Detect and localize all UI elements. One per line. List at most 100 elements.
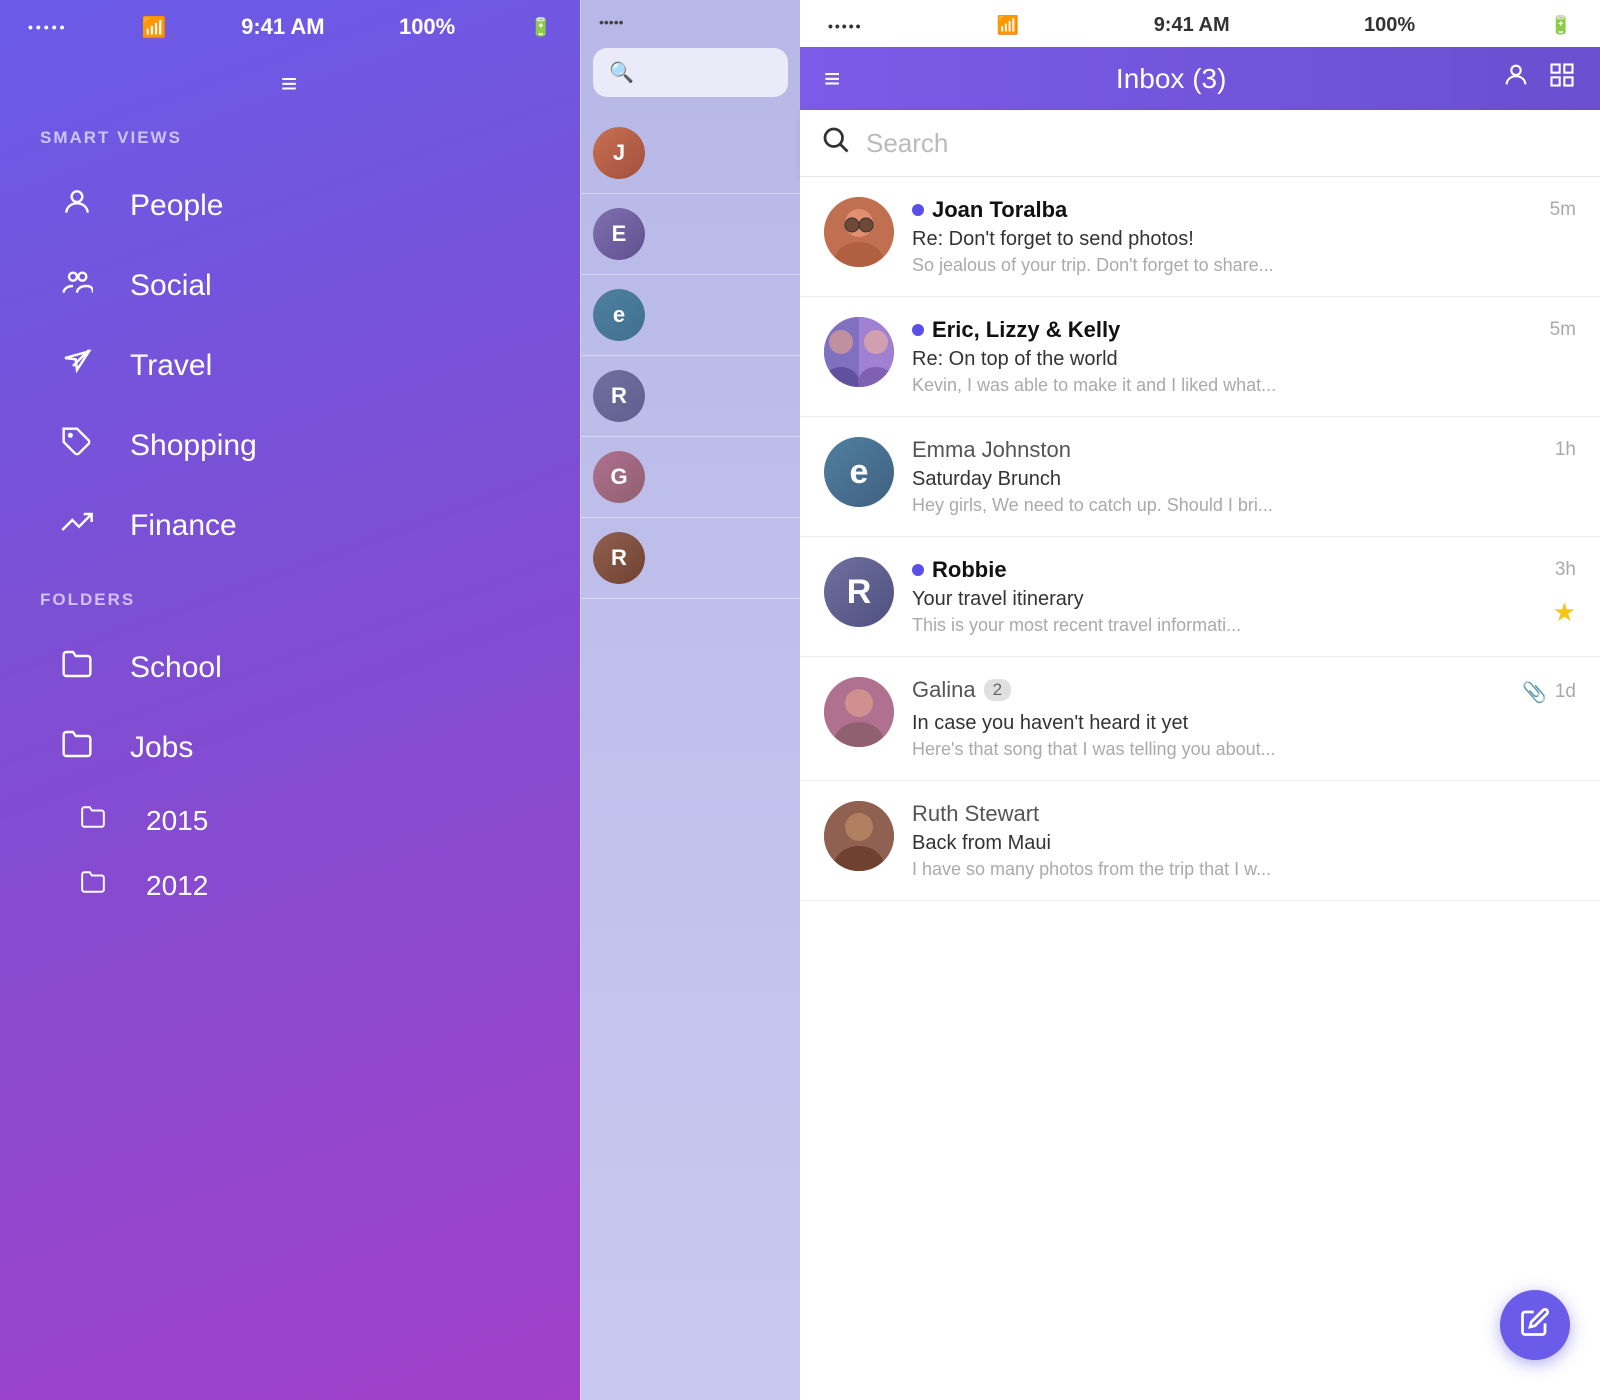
social-label: Social: [130, 269, 212, 303]
time-robbie: 3h: [1555, 559, 1576, 581]
sender-joan: Joan Toralba: [932, 197, 1067, 223]
folder-jobs-icon: [52, 728, 102, 768]
middle-email-item-4: R: [581, 356, 800, 437]
unread-dot-eric: [912, 324, 924, 336]
folders-label: FOLDERS: [0, 590, 580, 628]
search-bar[interactable]: Search: [800, 110, 1600, 177]
sender-row-robbie: Robbie: [912, 557, 1007, 583]
sender-robbie: Robbie: [932, 557, 1007, 583]
inbox-profile-icon[interactable]: [1502, 61, 1530, 96]
middle-status-bar: •••••: [581, 0, 800, 40]
attachment-icon-galina: 📎: [1522, 680, 1547, 705]
search-icon: [820, 124, 850, 162]
folder-2012-icon: [80, 869, 124, 902]
email-content-joan: Joan Toralba 5m Re: Don't forget to send…: [912, 197, 1576, 276]
sidebar-item-travel[interactable]: Travel: [12, 328, 568, 404]
middle-avatar-5: G: [593, 451, 645, 503]
preview-joan: So jealous of your trip. Don't forget to…: [912, 255, 1576, 276]
folder-2015-icon: [80, 804, 124, 837]
middle-search-icon: 🔍: [609, 60, 634, 85]
email-top-row-emma: Emma Johnston 1h: [912, 437, 1576, 463]
sender-row-eric: Eric, Lizzy & Kelly: [912, 317, 1120, 343]
shopping-icon: [52, 426, 102, 466]
sidebar-item-social[interactable]: Social: [12, 248, 568, 324]
inbox-title: Inbox (3): [840, 63, 1502, 95]
right-status-bar: ••••• 📶 9:41 AM 100% 🔋: [800, 0, 1600, 47]
middle-avatar-6: R: [593, 532, 645, 584]
preview-eric: Kevin, I was able to make it and I liked…: [912, 375, 1576, 396]
middle-avatar-3: e: [593, 289, 645, 341]
preview-robbie: This is your most recent travel informat…: [912, 615, 1576, 636]
sidebar-item-2012[interactable]: 2012: [0, 853, 580, 918]
middle-search-bar: 🔍: [593, 48, 788, 97]
email-item-joan[interactable]: Joan Toralba 5m Re: Don't forget to send…: [800, 177, 1600, 297]
compose-icon: [1520, 1307, 1550, 1344]
preview-galina: Here's that song that I was telling you …: [912, 739, 1576, 760]
email-content-ruth: Ruth Stewart Back from Maui I have so ma…: [912, 801, 1576, 880]
meta-row-galina: Galina 2: [912, 677, 1011, 703]
compose-button[interactable]: [1500, 1290, 1570, 1360]
subject-robbie: Your travel itinerary: [912, 588, 1576, 611]
left-phone: ••••• 📶 9:41 AM 100% 🔋 ≡ SMART VIEWS Peo…: [0, 0, 580, 1400]
badge-galina: 2: [984, 679, 1011, 701]
email-item-emma[interactable]: e Emma Johnston 1h Saturday Brunch Hey g…: [800, 417, 1600, 537]
email-top-row-ruth: Ruth Stewart: [912, 801, 1576, 827]
avatar-ruth: [824, 801, 894, 871]
year-2012-label: 2012: [146, 870, 208, 902]
shopping-label: Shopping: [130, 429, 257, 463]
sidebar-item-2015[interactable]: 2015: [0, 788, 580, 853]
middle-avatar-2: E: [593, 208, 645, 260]
social-icon: [52, 266, 102, 306]
travel-icon: [52, 346, 102, 386]
right-battery-icon: 🔋: [1550, 15, 1572, 36]
email-top-row-eric: Eric, Lizzy & Kelly 5m: [912, 317, 1576, 343]
sidebar-item-finance[interactable]: Finance: [12, 488, 568, 564]
avatar-robbie: R: [824, 557, 894, 627]
battery-label: 100%: [399, 14, 455, 40]
avatar-eric: [824, 317, 894, 387]
right-battery-label: 100%: [1364, 14, 1415, 37]
school-label: School: [130, 651, 222, 685]
email-content-eric: Eric, Lizzy & Kelly 5m Re: On top of the…: [912, 317, 1576, 396]
unread-dot-joan: [912, 204, 924, 216]
avatar-joan: [824, 197, 894, 267]
left-menu-button[interactable]: ≡: [0, 50, 580, 128]
email-content-emma: Emma Johnston 1h Saturday Brunch Hey gir…: [912, 437, 1576, 516]
middle-avatar-4: R: [593, 370, 645, 422]
battery-icon: 🔋: [530, 17, 552, 38]
year-2015-label: 2015: [146, 805, 208, 837]
middle-email-list: J E e R G R: [581, 105, 800, 607]
email-item-ruth[interactable]: Ruth Stewart Back from Maui I have so ma…: [800, 781, 1600, 901]
middle-email-item-5: G: [581, 437, 800, 518]
people-label: People: [130, 189, 223, 223]
person-icon: [52, 186, 102, 226]
inbox-menu-icon[interactable]: ≡: [824, 63, 840, 95]
email-top-row-robbie: Robbie 3h: [912, 557, 1576, 583]
subject-joan: Re: Don't forget to send photos!: [912, 228, 1576, 251]
jobs-label: Jobs: [130, 731, 193, 765]
time-emma: 1h: [1555, 439, 1576, 461]
sidebar-item-school[interactable]: School: [12, 630, 568, 706]
email-content-galina: Galina 2 📎 1d In case you haven't heard …: [912, 677, 1576, 760]
search-placeholder-text: Search: [866, 128, 948, 159]
email-item-eric[interactable]: Eric, Lizzy & Kelly 5m Re: On top of the…: [800, 297, 1600, 417]
email-item-galina[interactable]: Galina 2 📎 1d In case you haven't heard …: [800, 657, 1600, 781]
subject-ruth: Back from Maui: [912, 832, 1576, 855]
email-item-robbie[interactable]: R Robbie 3h Your travel itinerary This i…: [800, 537, 1600, 657]
inbox-layout-icon[interactable]: [1548, 61, 1576, 96]
sender-galina: Galina: [912, 677, 976, 703]
sender-ruth: Ruth Stewart: [912, 801, 1039, 827]
sidebar-item-people[interactable]: People: [12, 168, 568, 244]
middle-email-item-3: e: [581, 275, 800, 356]
email-top-row-joan: Joan Toralba 5m: [912, 197, 1576, 223]
unread-dot-robbie: [912, 564, 924, 576]
subject-galina: In case you haven't heard it yet: [912, 712, 1576, 735]
sidebar-item-shopping[interactable]: Shopping: [12, 408, 568, 484]
email-top-row-galina: Galina 2 📎 1d: [912, 677, 1576, 707]
preview-emma: Hey girls, We need to catch up. Should I…: [912, 495, 1576, 516]
right-signal-dots: •••••: [828, 18, 863, 34]
time-galina: 1d: [1555, 681, 1576, 703]
left-time: 9:41 AM: [241, 14, 325, 40]
inbox-header: ≡ Inbox (3): [800, 47, 1600, 110]
sidebar-item-jobs[interactable]: Jobs: [12, 710, 568, 786]
